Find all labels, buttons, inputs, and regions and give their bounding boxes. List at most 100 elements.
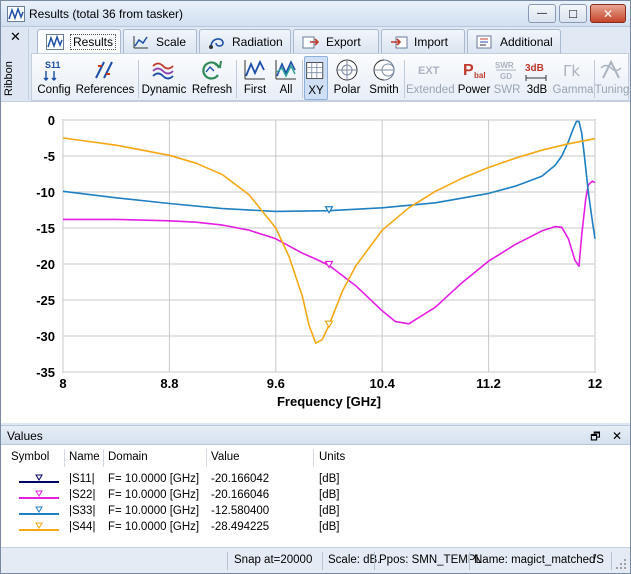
status-separator [227, 552, 228, 570]
tab-export-label: Export [326, 34, 361, 49]
plot-area[interactable]: 8 8.8 9.6 10.4 11.2 12 0 -5 -10 -15 -20 -25 -30 -35 F… [1, 101, 630, 423]
row-units: [dB] [319, 521, 340, 533]
y-tick-label: -25 [36, 293, 55, 308]
status-ppos: Ppos: SMN_TEMPL [379, 554, 482, 566]
references-button[interactable]: References [74, 56, 136, 100]
row-domain: F= 10.0000 [GHz] [108, 521, 200, 533]
resize-grip-icon[interactable] [615, 558, 627, 570]
ribbon-close-icon[interactable]: ✕ [10, 29, 21, 45]
tuning-icon [600, 59, 622, 79]
y-tick-label: -5 [43, 149, 55, 164]
row-name: |S33| [69, 505, 96, 517]
xy-label: XY [308, 85, 324, 97]
table-row[interactable]: |S11| F= 10.0000 [GHz] -20.166042 [dB] [1, 473, 630, 489]
series-symbol-icon [19, 490, 59, 499]
power-button[interactable]: Pbal Power [456, 56, 492, 100]
dynamic-icon [152, 62, 174, 80]
x-tick-label: 9.6 [267, 376, 285, 391]
col-name[interactable]: Name [69, 451, 100, 463]
toolbar-separator [404, 60, 405, 98]
row-name: |S22| [69, 489, 96, 501]
window-title: Results (total 36 from tasker) [29, 7, 184, 21]
col-units[interactable]: Units [319, 451, 345, 463]
extended-label: Extended [406, 84, 455, 96]
close-panel-icon[interactable]: ✕ [612, 429, 622, 443]
polar-button[interactable]: Polar [330, 56, 364, 100]
all-label: All [279, 84, 293, 96]
power-icon: Pbal [463, 62, 486, 80]
import-icon [391, 36, 408, 48]
minimize-button[interactable]: — [528, 4, 556, 23]
s-parameter-chart[interactable]: 8 8.8 9.6 10.4 11.2 12 0 -5 -10 -15 -20 -25 -30 -35 F… [1, 102, 630, 424]
dynamic-button[interactable]: Dynamic [140, 56, 188, 100]
gamma-button[interactable]: Γk Gamma [552, 56, 594, 100]
table-row[interactable]: |S44| F= 10.0000 [GHz] -28.494225 [dB] [1, 521, 630, 537]
swr-button[interactable]: SWR GD SWR [492, 56, 522, 100]
toolbar-separator [302, 60, 303, 98]
smith-label: Smith [369, 84, 399, 96]
tab-import[interactable]: Import [381, 29, 465, 53]
tab-scale[interactable]: Scale [123, 29, 197, 53]
y-tick-label: -15 [36, 221, 55, 236]
tab-additional-label: Additional [500, 34, 553, 49]
status-separator [322, 552, 323, 570]
table-row[interactable]: |S33| F= 10.0000 [GHz] -12.580400 [dB] [1, 505, 630, 521]
col-symbol[interactable]: Symbol [11, 451, 49, 463]
all-icon [275, 60, 296, 80]
status-name: Name: magict_matched [474, 554, 596, 566]
row-value: -20.166042 [211, 473, 270, 485]
x-tick-label: 12 [588, 376, 602, 391]
x-tick-label: 10.4 [370, 376, 396, 391]
first-button[interactable]: First [238, 56, 272, 100]
tab-additional[interactable]: Additional [467, 29, 561, 53]
col-value[interactable]: Value [211, 451, 240, 463]
tab-scale-label: Scale [156, 34, 187, 49]
3db-icon: 3dB [525, 63, 547, 81]
status-snap: Snap at=20000 [234, 554, 313, 566]
tab-export[interactable]: Export [293, 29, 379, 53]
row-name: |S44| [69, 521, 96, 533]
additional-icon [476, 35, 492, 48]
gamma-icon-text: Γk [563, 62, 580, 80]
col-domain[interactable]: Domain [108, 451, 148, 463]
tab-radiation[interactable]: Radiation [199, 29, 291, 53]
toolbar-separator [236, 60, 237, 98]
extended-icon: EXT [418, 65, 440, 77]
gamma-label: Gamma [552, 84, 594, 96]
power-icon-text: P [463, 62, 474, 79]
xy-button[interactable]: XY [304, 56, 328, 100]
export-icon [302, 36, 320, 48]
tab-results-label: Results [70, 34, 117, 50]
power-label: Power [457, 84, 491, 96]
tab-results[interactable]: Results [37, 29, 121, 54]
references-icon [95, 61, 113, 79]
close-button[interactable]: ✕ [590, 4, 626, 23]
y-tick-label: 0 [48, 113, 55, 128]
extended-button[interactable]: EXT Extended [406, 56, 455, 100]
row-value: -20.166046 [211, 489, 270, 501]
x-tick-label: 8.8 [160, 376, 178, 391]
ribbon-toolbar: S11 Config References Dynamic Refresh Fi… [31, 53, 629, 101]
maximize-button[interactable]: □ [559, 4, 587, 23]
refresh-label: Refresh [191, 84, 233, 96]
refresh-button[interactable]: Refresh [190, 56, 234, 100]
config-icon-text: S11 [45, 60, 61, 70]
x-axis-label: Frequency [GHz] [277, 394, 381, 409]
3db-button[interactable]: 3dB 3dB [522, 56, 552, 100]
row-name: |S11| [69, 473, 95, 485]
all-button[interactable]: All [272, 56, 300, 100]
series-symbol-icon [19, 522, 59, 531]
smith-button[interactable]: Smith [366, 56, 402, 100]
gamma-icon: Γk [563, 62, 580, 80]
status-extra: /S [593, 554, 604, 566]
config-button[interactable]: S11 Config [34, 56, 74, 100]
tuning-button[interactable]: Tuning [594, 56, 630, 100]
3db-icon-text: 3dB [525, 63, 544, 74]
restore-panel-icon[interactable]: 🗗 [590, 431, 600, 443]
status-separator [611, 552, 612, 570]
refresh-icon [202, 60, 222, 80]
row-domain: F= 10.0000 [GHz] [108, 489, 200, 501]
smith-chart-icon [373, 59, 395, 81]
table-row[interactable]: |S22| F= 10.0000 [GHz] -20.166046 [dB] [1, 489, 630, 505]
status-bar: Snap at=20000 Scale: dB. Ppos: SMN_TEMPL… [1, 547, 630, 573]
